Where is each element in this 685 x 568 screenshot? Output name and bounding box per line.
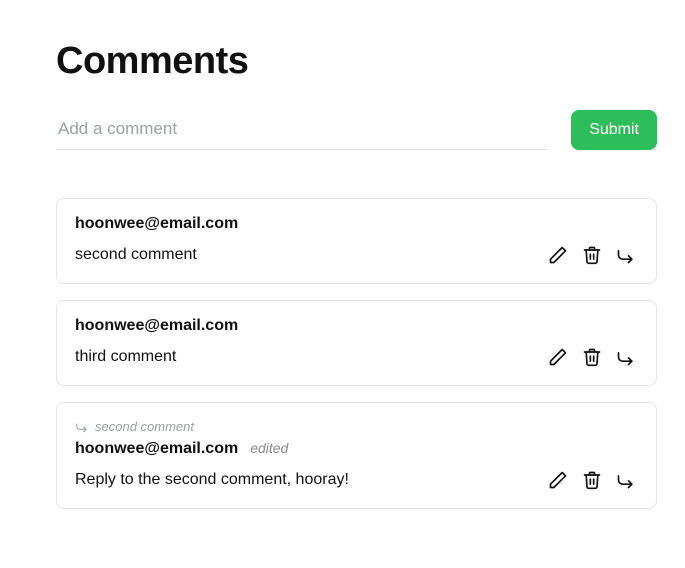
reply-icon[interactable]	[614, 468, 638, 492]
comment-card: hoonwee@email.com third comment	[56, 300, 657, 386]
trash-icon[interactable]	[580, 345, 604, 369]
page-title: Comments	[56, 40, 657, 83]
trash-icon[interactable]	[580, 243, 604, 267]
comment-body-row: Reply to the second comment, hooray!	[75, 468, 638, 492]
comment-actions	[546, 243, 638, 267]
comment-card: hoonwee@email.com second comment	[56, 198, 657, 284]
comment-actions	[546, 345, 638, 369]
comment-body-row: third comment	[75, 345, 638, 369]
submit-button[interactable]: Submit	[571, 110, 657, 150]
comment-input[interactable]	[56, 109, 547, 150]
comment-input-row: Submit	[56, 109, 657, 150]
reply-context: second comment	[75, 419, 638, 434]
comment-card: second comment hoonwee@email.com edited …	[56, 402, 657, 509]
comment-author: hoonwee@email.com	[75, 317, 238, 335]
comment-header: hoonwee@email.com edited	[75, 440, 638, 458]
comment-header: hoonwee@email.com	[75, 215, 638, 233]
comment-header: hoonwee@email.com	[75, 317, 638, 335]
comment-text: second comment	[75, 246, 197, 264]
comment-body-row: second comment	[75, 243, 638, 267]
reply-icon[interactable]	[614, 345, 638, 369]
comment-actions	[546, 468, 638, 492]
edit-icon[interactable]	[546, 468, 570, 492]
reply-arrow-icon	[75, 420, 89, 434]
edit-icon[interactable]	[546, 345, 570, 369]
comment-text: third comment	[75, 348, 176, 366]
comment-author: hoonwee@email.com	[75, 440, 238, 458]
reply-context-text: second comment	[95, 419, 194, 434]
edited-tag: edited	[250, 440, 288, 456]
reply-icon[interactable]	[614, 243, 638, 267]
comment-author: hoonwee@email.com	[75, 215, 238, 233]
trash-icon[interactable]	[580, 468, 604, 492]
comment-text: Reply to the second comment, hooray!	[75, 471, 349, 489]
comments-list: hoonwee@email.com second comment hoonwee…	[56, 198, 657, 509]
edit-icon[interactable]	[546, 243, 570, 267]
